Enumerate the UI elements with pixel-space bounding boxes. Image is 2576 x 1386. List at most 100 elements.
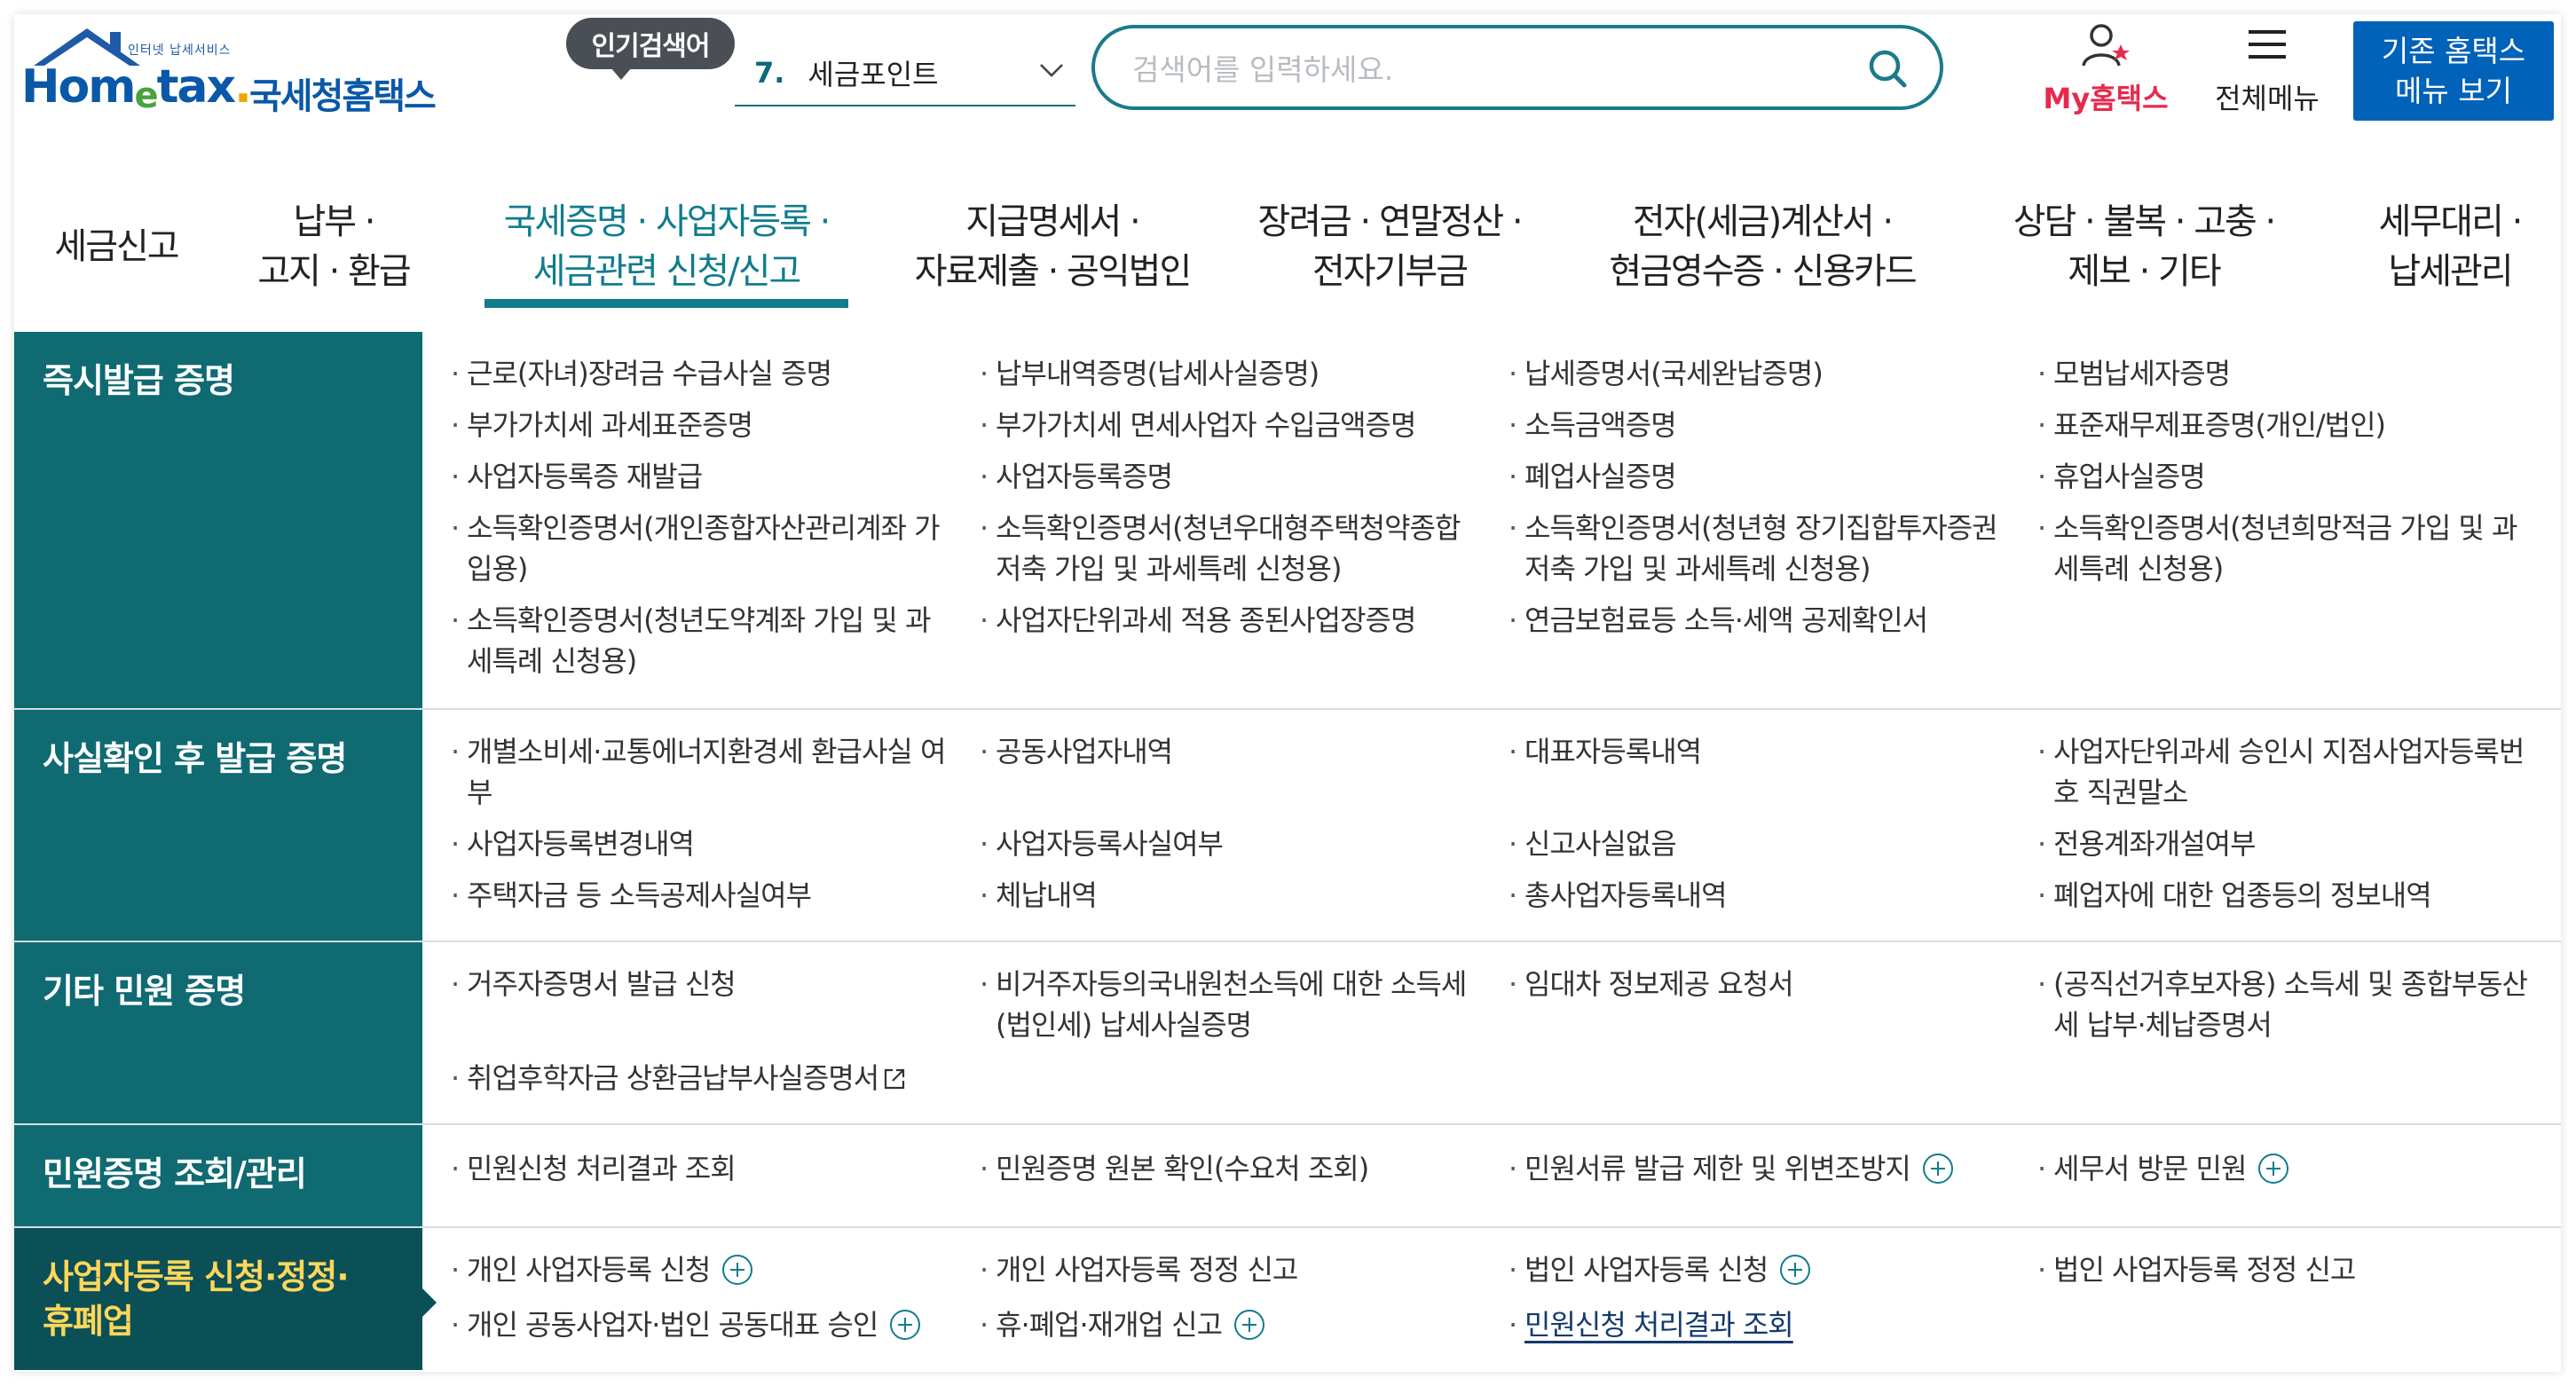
menu-item[interactable]: 비거주자등의국내원천소득에 대한 소득세(법인세) 납세사실증명 <box>980 964 1477 1045</box>
section-certificate-management: 민원증명 조회/관리 민원신청 처리결과 조회 민원증명 원본 확인(수요처 조… <box>14 1125 2561 1228</box>
old-hometax-menu-button[interactable]: 기존 홈택스 메뉴 보기 <box>2353 21 2554 121</box>
menu-item[interactable]: 총사업자등록내역 <box>1509 875 2005 916</box>
logo-wordmark: Hometax. <box>21 60 252 116</box>
logo-tagline: 인터넷 납세서비스 <box>128 43 232 58</box>
menu-item-expandable[interactable]: 법인 사업자등록 신청 <box>1509 1249 2005 1290</box>
menu-grid: 즉시발급 증명 근로(자녀)장려금 수급사실 증명 납부내역증명(납세사실증명)… <box>14 332 2561 1372</box>
chevron-down-icon <box>1040 64 1063 77</box>
menu-item-label: 휴·폐업·재개업 신고 <box>996 1308 1223 1342</box>
hometax-logo[interactable]: 인터넷 납세서비스 Hometax. 국세청홈택스 <box>14 12 449 128</box>
all-menu-button[interactable]: 전체메뉴 <box>2192 21 2343 117</box>
menu-item[interactable]: 소득확인증명서(개인종합자산관리계좌 가입용) <box>451 508 948 589</box>
tab-payment[interactable]: 납부 · 고지 · 환급 <box>236 176 431 318</box>
menu-item[interactable]: 민원신청 처리결과 조회 <box>451 1148 948 1189</box>
menu-item[interactable]: 사업자단위과세 승인시 지점사업자등록번호 직권말소 <box>2037 731 2534 813</box>
external-link-icon <box>885 1068 905 1090</box>
tab-e-invoice[interactable]: 전자(세금)계산서 · 현금영수증 · 신용카드 <box>1576 176 1949 318</box>
plus-circle-icon[interactable] <box>722 1255 753 1285</box>
search-box <box>1091 25 1943 110</box>
menu-item[interactable]: 민원증명 원본 확인(수요처 조회) <box>980 1148 1477 1189</box>
section-title: 사업자등록 신청·정정· 휴폐업 <box>14 1228 437 1370</box>
menu-item-expandable[interactable]: 휴·폐업·재개업 신고 <box>980 1304 1477 1345</box>
menu-item[interactable]: 소득확인증명서(청년형 장기집합투자증권저축 가입 및 과세특례 신청용) <box>1509 508 2005 589</box>
menu-item-expandable[interactable]: 개인 공동사업자·법인 공동대표 승인 <box>451 1304 948 1345</box>
tab-tax-filing[interactable]: 세금신고 <box>14 176 218 318</box>
menu-item[interactable]: 개별소비세·교통에너지환경세 환급사실 여부 <box>451 731 948 813</box>
plus-circle-icon[interactable] <box>2258 1154 2289 1184</box>
main-navigation: 세금신고 납부 · 고지 · 환급 국세증명 · 사업자등록 · 세금관련 신청… <box>14 176 2561 318</box>
menu-item[interactable]: 납부내역증명(납세사실증명) <box>980 353 1477 394</box>
menu-item[interactable]: 주택자금 등 소득공제사실여부 <box>451 875 948 916</box>
tab-incentives-yearend[interactable]: 장려금 · 연말정산 · 전자기부금 <box>1230 176 1549 318</box>
menu-item[interactable]: 폐업사실증명 <box>1509 456 2005 497</box>
tab-tax-agent[interactable]: 세무대리 · 납세관리 <box>2339 176 2561 318</box>
menu-item-label: 법인 사업자등록 신청 <box>1524 1253 1769 1287</box>
tab-payment-statements[interactable]: 지급명세서 · 자료제출 · 공익법인 <box>893 176 1212 318</box>
menu-item[interactable]: 납세증명서(국세완납증명) <box>1509 353 2005 394</box>
menu-item[interactable]: 부가가치세 과세표준증명 <box>451 405 948 445</box>
menu-item-expandable[interactable]: 세무서 방문 민원 <box>2037 1148 2534 1189</box>
old-hometax-label-line1: 기존 홈택스 <box>2381 34 2526 68</box>
section-business-registration: 사업자등록 신청·정정· 휴폐업 개인 사업자등록 신청 개인 사업자등록 정정… <box>14 1228 2561 1370</box>
menu-item[interactable]: 소득금액증명 <box>1509 405 2005 445</box>
menu-item[interactable]: 사업자등록변경내역 <box>451 823 948 864</box>
menu-item-label: 세무서 방문 민원 <box>2053 1152 2247 1185</box>
menu-item[interactable]: 소득확인증명서(청년희망적금 가입 및 과세특례 신청용) <box>2037 508 2534 589</box>
menu-item[interactable]: (공직선거후보자용) 소득세 및 종합부동산세 납부·체납증명서 <box>2037 964 2534 1045</box>
menu-item[interactable]: 휴업사실증명 <box>2037 456 2534 497</box>
menu-item-label: 민원신청 처리결과 조회 <box>1524 1308 1794 1342</box>
menu-item[interactable]: 폐업자에 대한 업종등의 정보내역 <box>2037 875 2534 916</box>
section-other-certificates: 기타 민원 증명 거주자증명서 발급 신청 비거주자등의국내원천소득에 대한 소… <box>14 942 2561 1125</box>
menu-item[interactable]: 소득확인증명서(청년도약계좌 가입 및 과세특례 신청용) <box>451 600 948 681</box>
plus-circle-icon[interactable] <box>1234 1310 1265 1340</box>
plus-circle-icon[interactable] <box>1922 1154 1953 1184</box>
my-hometax-label: My홈택스 <box>2043 82 2169 115</box>
section-instant-certificates: 즉시발급 증명 근로(자녀)장려금 수급사실 증명 납부내역증명(납세사실증명)… <box>14 332 2561 710</box>
menu-item[interactable]: 사업자단위과세 적용 종된사업장증명 <box>980 600 1477 641</box>
menu-item[interactable]: 개인 사업자등록 정정 신고 <box>980 1249 1477 1290</box>
menu-item-selected[interactable]: 민원신청 처리결과 조회 <box>1509 1304 2005 1345</box>
menu-item[interactable]: 신고사실없음 <box>1509 823 2005 864</box>
menu-item[interactable]: 대표자등록내역 <box>1509 731 2005 772</box>
plus-circle-icon[interactable] <box>890 1310 921 1340</box>
menu-item[interactable]: 근로(자녀)장려금 수급사실 증명 <box>451 353 948 394</box>
search-icon[interactable] <box>1865 46 1910 91</box>
search-input[interactable] <box>1130 46 1826 92</box>
menu-item[interactable]: 공동사업자내역 <box>980 731 1477 772</box>
menu-item[interactable]: 표준재무제표증명(개인/법인) <box>2037 405 2534 445</box>
tab-consultation[interactable]: 상담 · 불복 · 고충 · 제보 · 기타 <box>1975 176 2312 318</box>
section-title: 민원증명 조회/관리 <box>14 1125 422 1226</box>
plus-circle-icon[interactable] <box>1780 1255 1811 1285</box>
old-hometax-label-line2: 메뉴 보기 <box>2395 74 2512 108</box>
menu-item[interactable]: 연금보험료등 소득·세액 공제확인서 <box>1509 600 2005 641</box>
my-hometax-button[interactable]: My홈택스 <box>2030 21 2181 117</box>
menu-item[interactable]: 사업자등록사실여부 <box>980 823 1477 864</box>
menu-item-label: 개인 공동사업자·법인 공동대표 승인 <box>467 1308 878 1342</box>
menu-item[interactable]: 거주자증명서 발급 신청 <box>451 964 948 1004</box>
active-tab-indicator <box>484 299 848 308</box>
popular-keyword-select[interactable]: 7. 세금포인트 <box>735 41 1075 106</box>
menu-item[interactable]: 소득확인증명서(청년우대형주택청약종합저축 가입 및 과세특례 신청용) <box>980 508 1477 589</box>
menu-item-external[interactable]: 취업후학자금 상환금납부사실증명서 <box>451 1058 948 1099</box>
menu-item[interactable]: 모범납세자증명 <box>2037 353 2534 394</box>
menu-item-expandable[interactable]: 개인 사업자등록 신청 <box>451 1249 948 1290</box>
section-verified-certificates: 사실확인 후 발급 증명 개별소비세·교통에너지환경세 환급사실 여부 공동사업… <box>14 710 2561 942</box>
menu-item[interactable]: 법인 사업자등록 정정 신고 <box>2037 1249 2534 1290</box>
menu-item-label: 취업후학자금 상환금납부사실증명서 <box>467 1061 879 1095</box>
tab-certificates-registration[interactable]: 국세증명 · 사업자등록 · 세금관련 신청/신고 <box>458 176 875 318</box>
all-menu-label: 전체메뉴 <box>2215 82 2320 115</box>
menu-item[interactable]: 체납내역 <box>980 875 1477 916</box>
menu-item[interactable]: 임대차 정보제공 요청서 <box>1509 964 2005 1004</box>
logo-korean-name: 국세청홈택스 <box>249 76 437 117</box>
menu-item[interactable]: 사업자등록증 재발급 <box>451 456 948 497</box>
menu-item[interactable]: 사업자등록증명 <box>980 456 1477 497</box>
menu-item[interactable]: 전용계좌개설여부 <box>2037 823 2534 864</box>
menu-item[interactable]: 부가가치세 면세사업자 수입금액증명 <box>980 405 1477 445</box>
menu-item-expandable[interactable]: 민원서류 발급 제한 및 위변조방지 <box>1509 1148 2005 1189</box>
hamburger-menu-icon <box>2249 30 2286 59</box>
popular-keyword-rank: 7. <box>754 56 785 90</box>
menu-item-label: 개인 사업자등록 신청 <box>467 1253 711 1287</box>
menu-item-label: 민원서류 발급 제한 및 위변조방지 <box>1524 1152 1911 1185</box>
popular-keyword-text: 세금포인트 <box>807 58 939 91</box>
section-title: 사실확인 후 발급 증명 <box>14 710 422 941</box>
